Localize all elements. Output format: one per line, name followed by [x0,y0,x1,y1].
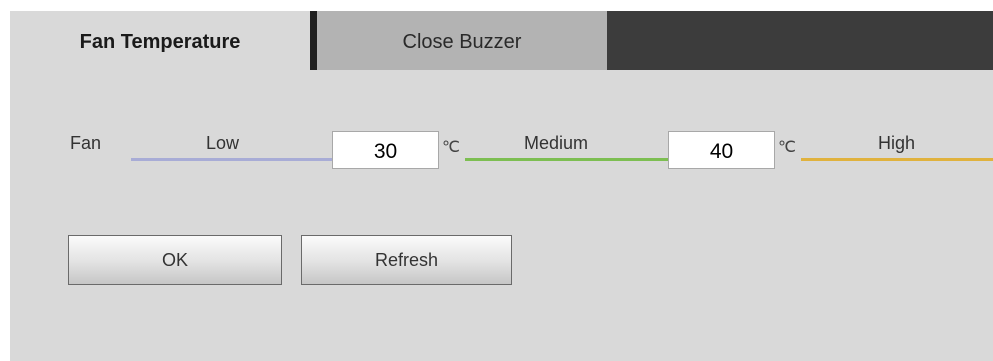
low-threshold-input[interactable] [332,131,439,169]
tab-close-buzzer[interactable]: Close Buzzer [317,11,607,70]
high-range-line [801,158,993,161]
refresh-button[interactable]: Refresh [301,235,512,285]
low-range-line [131,158,332,161]
low-label: Low [206,133,240,153]
tab-fan-temperature[interactable]: Fan Temperature [10,11,310,70]
fan-temperature-panel: Fan Temperature Close Buzzer Fan Low ℃ M… [10,11,993,361]
high-threshold-unit: ℃ [778,139,796,156]
medium-label: Medium [524,133,589,153]
low-threshold-unit: ℃ [442,139,460,156]
high-label: High [878,133,916,153]
fan-label: Fan [70,133,102,153]
tab-divider [310,11,317,70]
ok-button[interactable]: OK [68,235,282,285]
medium-range-line [465,158,668,161]
tab-bar: Fan Temperature Close Buzzer [10,11,993,70]
high-threshold-input[interactable] [668,131,775,169]
